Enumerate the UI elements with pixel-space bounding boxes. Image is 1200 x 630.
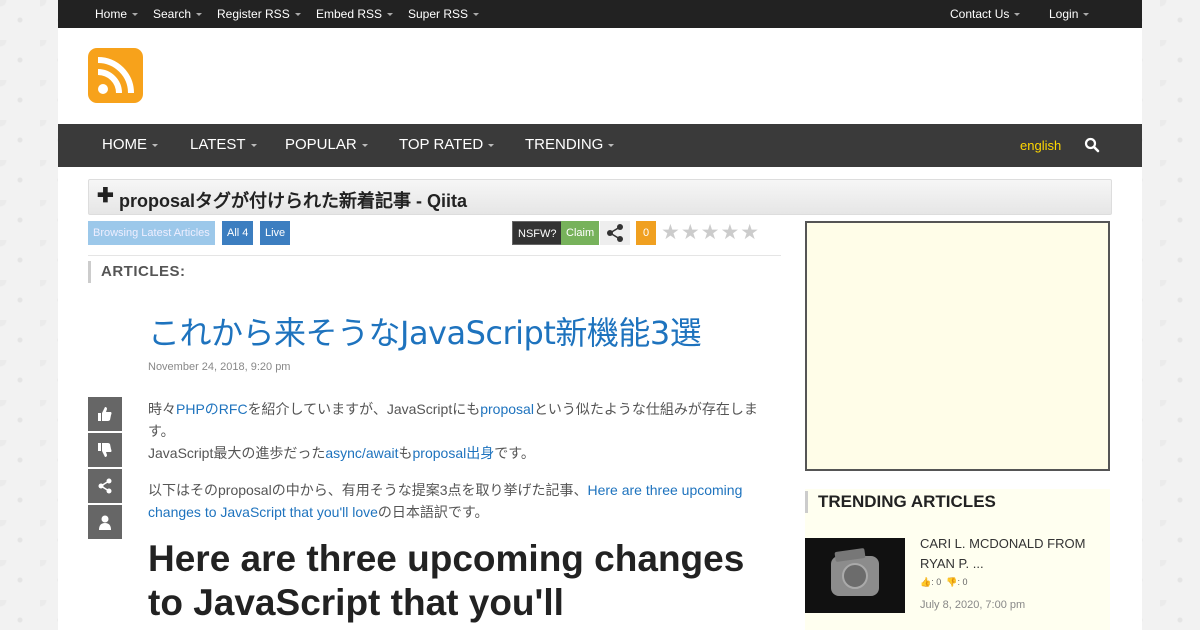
- rss-icon: [97, 57, 134, 94]
- topbar-embed-rss-label: Embed RSS: [316, 7, 383, 21]
- thumbs-up-icon: [98, 407, 112, 421]
- article-share-button[interactable]: [88, 469, 122, 503]
- like-button[interactable]: [88, 397, 122, 431]
- article-paragraph-1: 時々PHPのRFCを紹介していますが、JavaScriptにもproposalと…: [148, 398, 768, 464]
- share-icon: [98, 478, 112, 494]
- topbar-home-label: Home: [95, 7, 128, 21]
- thumbs-up-icon: 👍: [920, 577, 932, 587]
- nav-home-label: HOME: [102, 136, 147, 153]
- photo-placeholder-icon: [831, 548, 879, 596]
- nav-trending-label: TRENDING: [525, 136, 604, 153]
- nav-latest-label: LATEST: [190, 136, 246, 153]
- user-icon: [99, 515, 111, 530]
- chevron-down-icon: [473, 13, 480, 17]
- topbar-register-rss-label: Register RSS: [217, 7, 290, 21]
- chevron-down-icon: [387, 13, 394, 17]
- share-button[interactable]: [600, 221, 630, 245]
- chevron-down-icon: [132, 13, 139, 17]
- topbar-register-rss[interactable]: Register RSS: [217, 7, 301, 21]
- thumbs-down-icon: [98, 443, 112, 457]
- trending-likes: 0: [936, 577, 942, 587]
- rss-logo[interactable]: [88, 48, 143, 103]
- browse-latest-button[interactable]: Browsing Latest Articles: [88, 221, 215, 245]
- p1-text-b: を紹介していますが、JavaScriptにも: [247, 401, 481, 417]
- p3-text-b: の日本語訳です。: [377, 504, 489, 520]
- topbar-search-label: Search: [153, 7, 192, 21]
- article-paragraph-2: 以下はそのproposalの中から、有用そうな提案3点を取り挙げた記事、Here…: [148, 479, 768, 523]
- trending-item-votes: 👍: 0 👎: 0: [920, 577, 968, 587]
- main-nav: HOME LATEST POPULAR TOP RATED TRENDING e…: [58, 124, 1142, 167]
- article-title[interactable]: これから来そうなJavaScript新機能3選: [148, 308, 702, 354]
- chevron-down-icon: [294, 13, 301, 17]
- language-selector[interactable]: english: [1020, 138, 1061, 153]
- divider: [88, 255, 781, 256]
- dislike-button[interactable]: [88, 433, 122, 467]
- trending-panel: TRENDING ARTICLES CARI L. MCDONALD FROM …: [805, 489, 1110, 630]
- nav-top-rated[interactable]: TOP RATED: [399, 136, 495, 153]
- page: Home Search Register RSS Embed RSS Super…: [58, 0, 1142, 630]
- nav-popular-label: POPULAR: [285, 136, 357, 153]
- p2-text-c: です。: [494, 445, 535, 461]
- search-icon[interactable]: [1084, 137, 1100, 153]
- topbar-search[interactable]: Search: [153, 7, 203, 21]
- article-date: November 24, 2018, 9:20 pm: [148, 361, 291, 373]
- rating-count-badge: 0: [636, 221, 656, 245]
- topbar-contact-us[interactable]: Contact Us: [950, 7, 1021, 21]
- chevron-down-icon: [1014, 13, 1021, 17]
- topbar-super-rss[interactable]: Super RSS: [408, 7, 480, 21]
- trending-item-date: July 8, 2020, 7:00 pm: [920, 599, 1026, 611]
- nav-latest[interactable]: LATEST: [190, 136, 257, 153]
- topbar-embed-rss[interactable]: Embed RSS: [316, 7, 394, 21]
- plus-icon[interactable]: ✚: [97, 186, 114, 206]
- trending-dislikes: 0: [962, 577, 968, 587]
- async-await-link[interactable]: async/await: [325, 445, 398, 461]
- trending-heading: TRENDING ARTICLES: [805, 491, 996, 513]
- chevron-down-icon: [250, 143, 257, 147]
- nsfw-button[interactable]: NSFW?: [512, 221, 563, 245]
- chevron-down-icon: [488, 143, 495, 147]
- p1-text-a: 時々: [148, 401, 176, 417]
- articles-heading: ARTICLES:: [88, 261, 186, 283]
- chevron-down-icon: [196, 13, 203, 17]
- all-count-button[interactable]: All 4: [222, 221, 254, 245]
- trending-item-title[interactable]: CARI L. MCDONALD FROM RYAN P. ...: [920, 534, 1105, 574]
- php-rfc-link[interactable]: PHPのRFC: [176, 401, 248, 417]
- ad-slot: [805, 221, 1110, 471]
- live-button[interactable]: Live: [260, 221, 291, 245]
- topbar-super-rss-label: Super RSS: [408, 7, 469, 21]
- star-rating[interactable]: ★★★★★: [661, 222, 760, 244]
- p3-text-a: 以下はそのproposalの中から、有用そうな提案3点を取り挙げた記事、: [148, 482, 588, 498]
- topbar-home[interactable]: Home: [95, 7, 139, 21]
- claim-button[interactable]: Claim: [561, 221, 600, 245]
- thumbs-down-icon: 👎: [946, 577, 958, 587]
- chevron-down-icon: [1083, 13, 1090, 17]
- topbar-login[interactable]: Login: [1049, 7, 1090, 21]
- feed-title-bar: ✚ proposalタグが付けられた新着記事 - Qiita: [88, 179, 1112, 215]
- chevron-down-icon: [152, 143, 158, 147]
- nav-popular[interactable]: POPULAR: [285, 136, 368, 153]
- proposal-link[interactable]: proposal: [480, 401, 534, 417]
- share-icon: [607, 224, 623, 242]
- p2-text-a: JavaScript最大の進歩だった: [148, 445, 326, 461]
- chevron-down-icon: [608, 143, 615, 147]
- trending-thumbnail[interactable]: [805, 538, 905, 613]
- feed-title: proposalタグが付けられた新着記事 - Qiita: [119, 191, 468, 211]
- article-heading: Here are three upcoming changes to JavaS…: [148, 538, 745, 623]
- nav-top-rated-label: TOP RATED: [399, 136, 484, 153]
- p2-text-b: も: [398, 445, 413, 461]
- chevron-down-icon: [361, 143, 368, 147]
- topbar-login-label: Login: [1049, 7, 1079, 21]
- author-button[interactable]: [88, 505, 122, 539]
- nav-trending[interactable]: TRENDING: [525, 136, 615, 153]
- top-bar: Home Search Register RSS Embed RSS Super…: [58, 0, 1142, 28]
- nav-home[interactable]: HOME: [102, 136, 158, 153]
- proposal-origin-link[interactable]: proposal出身: [413, 445, 495, 461]
- topbar-contact-label: Contact Us: [950, 7, 1010, 21]
